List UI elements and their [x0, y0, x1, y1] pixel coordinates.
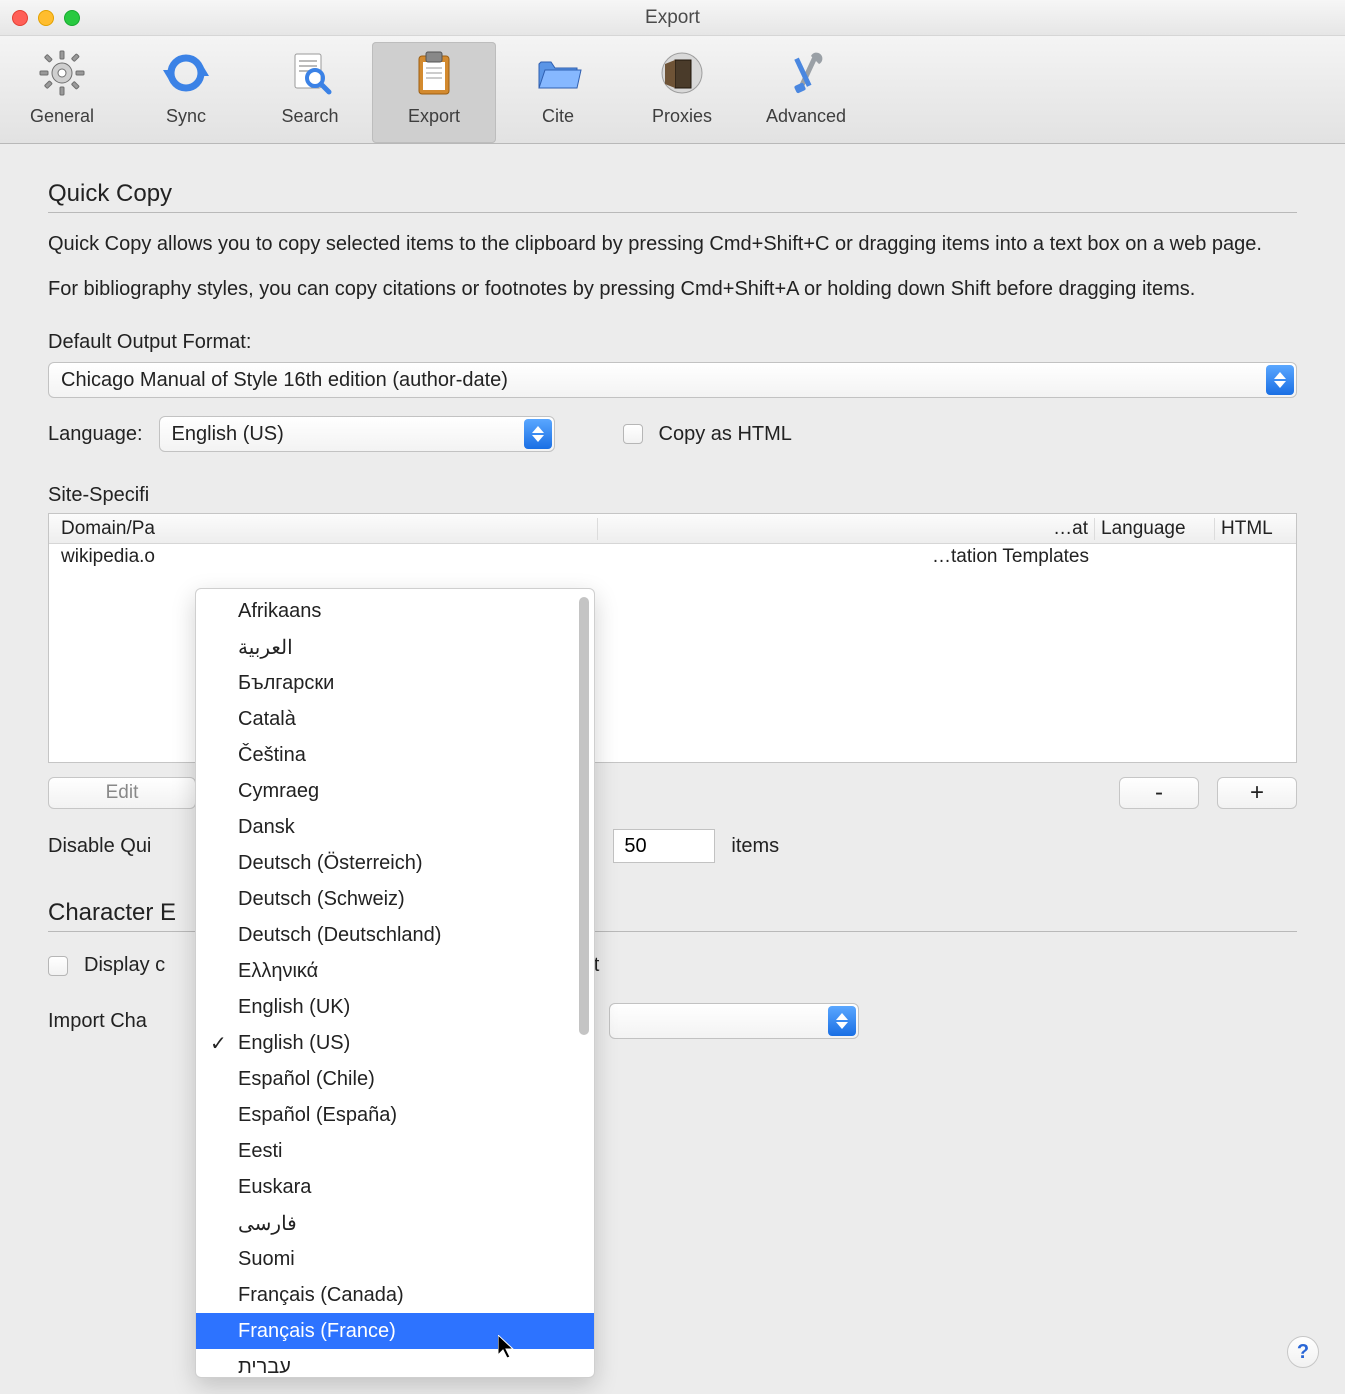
language-option[interactable]: العربية — [196, 629, 594, 665]
edit-button[interactable]: Edit — [48, 777, 196, 809]
toolbar-tab-label: Advanced — [766, 106, 846, 127]
help-button[interactable]: ? — [1287, 1336, 1319, 1368]
display-option-label: Display c — [84, 954, 165, 977]
language-option[interactable]: English (UK) — [196, 989, 594, 1025]
gear-icon — [35, 46, 89, 100]
select-stepper-icon — [1266, 365, 1294, 395]
toolbar-tab-proxies[interactable]: Proxies — [620, 42, 744, 143]
toolbar-tab-label: Proxies — [652, 106, 712, 127]
import-charset-label: Import Cha — [48, 1010, 147, 1033]
toolbar-tab-general[interactable]: General — [0, 42, 124, 143]
import-charset-select[interactable] — [609, 1003, 859, 1039]
language-select[interactable]: English (US) — [159, 416, 555, 452]
select-stepper-icon — [828, 1006, 856, 1036]
language-dropdown[interactable]: AfrikaansالعربيةБългарскиCatalàČeštinaCy… — [195, 588, 595, 1378]
items-label: items — [731, 835, 779, 858]
table-cell-language — [1095, 546, 1215, 568]
quick-copy-heading: Quick Copy — [48, 180, 1297, 208]
toolbar-tab-export[interactable]: Export — [372, 42, 496, 143]
sync-icon — [159, 46, 213, 100]
language-option[interactable]: Français (France) — [196, 1313, 594, 1349]
quick-copy-description-1: Quick Copy allows you to copy selected i… — [48, 231, 1297, 258]
toolbar-tab-advanced[interactable]: Advanced — [744, 42, 868, 143]
language-option[interactable]: Čeština — [196, 737, 594, 773]
language-label: Language: — [48, 423, 143, 446]
copy-as-html-label: Copy as HTML — [659, 423, 792, 446]
table-header-domain[interactable]: Domain/Pa — [55, 518, 598, 540]
dropdown-scrollbar[interactable] — [579, 597, 589, 1035]
language-option[interactable]: Dansk — [196, 809, 594, 845]
language-option[interactable]: Español (Chile) — [196, 1061, 594, 1097]
preferences-toolbar: General Sync Search — [0, 36, 1345, 144]
remove-button[interactable]: - — [1119, 777, 1199, 809]
door-icon — [655, 46, 709, 100]
disable-quick-copy-label: Disable Qui — [48, 835, 151, 858]
search-page-icon — [283, 46, 337, 100]
language-option[interactable]: Français (Canada) — [196, 1277, 594, 1313]
toolbar-tab-sync[interactable]: Sync — [124, 42, 248, 143]
language-option[interactable]: Deutsch (Deutschland) — [196, 917, 594, 953]
language-option[interactable]: Euskara — [196, 1169, 594, 1205]
language-option[interactable]: Български — [196, 665, 594, 701]
language-option[interactable]: Suomi — [196, 1241, 594, 1277]
table-header-language[interactable]: Language — [1095, 518, 1215, 540]
language-option[interactable]: Español (España) — [196, 1097, 594, 1133]
disable-count-input[interactable] — [613, 829, 715, 863]
tools-icon — [779, 46, 833, 100]
language-option[interactable]: Ελληνικά — [196, 953, 594, 989]
language-option[interactable]: Eesti — [196, 1133, 594, 1169]
default-output-format-select[interactable]: Chicago Manual of Style 16th edition (au… — [48, 362, 1297, 398]
language-option[interactable]: עברית — [196, 1349, 594, 1373]
site-specific-label: Site-Specifi — [48, 484, 1297, 507]
mouse-cursor-icon — [498, 1335, 518, 1364]
table-header-format[interactable]: …at — [598, 518, 1095, 540]
table-header-html[interactable]: HTML — [1215, 518, 1290, 540]
clipboard-icon — [407, 46, 461, 100]
language-option[interactable]: Afrikaans — [196, 593, 594, 629]
toolbar-tab-label: Search — [281, 106, 338, 127]
folder-icon — [531, 46, 585, 100]
toolbar-tab-label: General — [30, 106, 94, 127]
toolbar-tab-label: Sync — [166, 106, 206, 127]
copy-as-html-checkbox[interactable] — [623, 424, 643, 444]
select-stepper-icon — [524, 419, 552, 449]
default-output-format-label: Default Output Format: — [48, 331, 1297, 354]
language-option[interactable]: فارسی — [196, 1205, 594, 1241]
language-option[interactable]: Deutsch (Schweiz) — [196, 881, 594, 917]
window-title: Export — [0, 7, 1345, 29]
table-cell-html — [1215, 546, 1290, 568]
language-option[interactable]: English (US) — [196, 1025, 594, 1061]
table-row[interactable]: wikipedia.o …tation Templates — [49, 544, 1296, 570]
language-select-value: English (US) — [172, 423, 284, 446]
default-output-format-value: Chicago Manual of Style 16th edition (au… — [61, 369, 508, 392]
language-option[interactable]: Català — [196, 701, 594, 737]
language-option[interactable]: Deutsch (Österreich) — [196, 845, 594, 881]
table-cell-format: …tation Templates — [598, 546, 1095, 568]
titlebar: Export — [0, 0, 1345, 36]
toolbar-tab-cite[interactable]: Cite — [496, 42, 620, 143]
toolbar-tab-search[interactable]: Search — [248, 42, 372, 143]
add-button[interactable]: + — [1217, 777, 1297, 809]
display-option-checkbox[interactable] — [48, 956, 68, 976]
divider — [48, 212, 1297, 213]
language-option[interactable]: Cymraeg — [196, 773, 594, 809]
quick-copy-description-2: For bibliography styles, you can copy ci… — [48, 276, 1297, 303]
toolbar-tab-label: Cite — [542, 106, 574, 127]
table-cell-domain: wikipedia.o — [55, 546, 598, 568]
toolbar-tab-label: Export — [408, 106, 460, 127]
